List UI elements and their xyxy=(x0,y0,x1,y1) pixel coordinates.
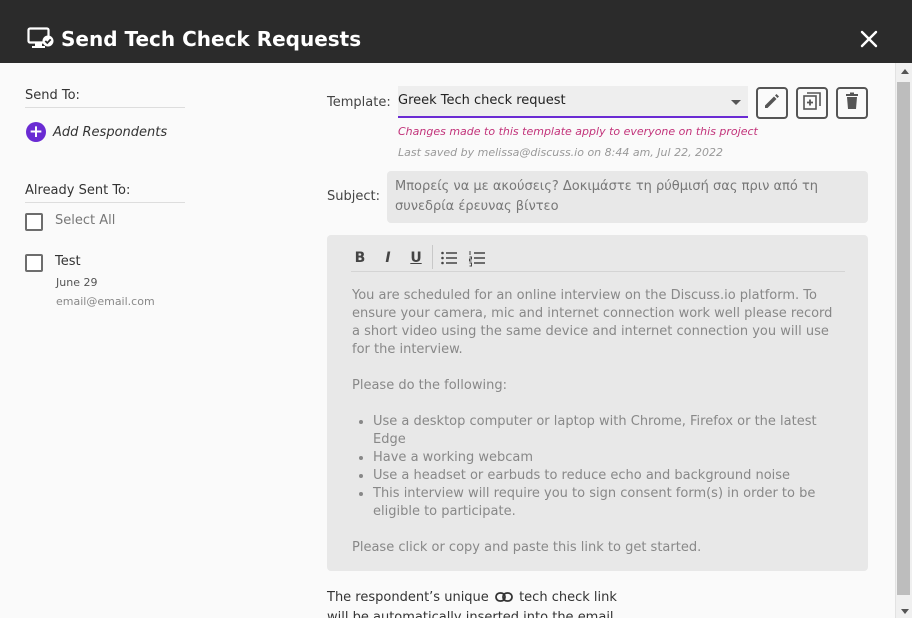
bullet-list-icon[interactable] xyxy=(440,249,458,267)
scroll-down-icon[interactable] xyxy=(901,609,909,614)
template-label: Template: xyxy=(327,95,391,110)
dialog-body: Send To: + Add Respondents Already Sent … xyxy=(0,63,895,618)
subject-label: Subject: xyxy=(327,189,380,204)
already-sent-label: Already Sent To: xyxy=(25,183,185,203)
respondent-checkbox[interactable] xyxy=(25,254,43,272)
link-note-suffix: tech check link xyxy=(519,590,617,605)
email-body-content: You are scheduled for an online intervie… xyxy=(352,287,842,557)
plus-circle-icon: + xyxy=(26,122,46,142)
link-note-prefix: The respondent’s unique xyxy=(327,590,489,605)
italic-button[interactable]: I xyxy=(379,249,397,267)
template-selected-value: Greek Tech check request xyxy=(398,93,566,108)
add-respondents-button[interactable]: + Add Respondents xyxy=(26,122,167,142)
subject-input[interactable]: Μπορείς να με ακούσεις? Δοκιμάστε τη ρύθ… xyxy=(387,171,868,223)
dialog-title: Send Tech Check Requests xyxy=(61,27,362,51)
respondent-row: Test xyxy=(25,254,81,272)
respondent-email: email@email.com xyxy=(56,295,155,308)
email-instructions: Please do the following: xyxy=(352,378,507,393)
select-all-checkbox[interactable] xyxy=(25,213,43,231)
vertical-scrollbar[interactable] xyxy=(895,63,912,618)
select-all-row: Select All xyxy=(25,213,115,231)
respondent-date: June 29 xyxy=(56,276,98,289)
editor-toolbar: B I U xyxy=(351,245,845,272)
underline-button[interactable]: U xyxy=(407,249,425,267)
template-select[interactable]: Greek Tech check request xyxy=(398,86,748,118)
duplicate-template-button[interactable] xyxy=(796,87,828,119)
delete-template-button[interactable] xyxy=(836,87,868,119)
edit-icon xyxy=(763,92,781,114)
numbered-list-icon[interactable] xyxy=(468,249,486,267)
delete-icon xyxy=(843,92,861,114)
list-item: This interview will require you to sign … xyxy=(373,485,842,521)
link-icon xyxy=(495,591,513,609)
email-body-editor[interactable]: B I U You are scheduled for an online in… xyxy=(327,235,868,571)
scroll-up-icon[interactable] xyxy=(901,69,909,74)
link-note: The respondent’s unique tech check link … xyxy=(327,589,618,618)
email-closing: Please click or copy and paste this link… xyxy=(352,540,702,555)
scroll-thumb[interactable] xyxy=(897,82,910,595)
add-respondents-label: Add Respondents xyxy=(53,124,168,140)
link-note-line2: will be automatically inserted into the … xyxy=(327,610,618,618)
send-to-label: Send To: xyxy=(25,88,185,108)
list-item: Have a working webcam xyxy=(373,449,842,467)
email-intro: You are scheduled for an online intervie… xyxy=(352,288,833,357)
chevron-down-icon xyxy=(731,100,741,105)
bold-button[interactable]: B xyxy=(351,249,369,267)
edit-template-button[interactable] xyxy=(756,87,788,119)
list-item: Use a headset or earbuds to reduce echo … xyxy=(373,467,842,485)
template-warning: Changes made to this template apply to e… xyxy=(398,125,758,138)
select-all-label: Select All xyxy=(55,213,116,228)
monitor-check-icon xyxy=(27,27,55,49)
requirements-list: Use a desktop computer or laptop with Ch… xyxy=(373,413,842,521)
respondent-name: Test xyxy=(55,254,81,269)
dialog-header: Send Tech Check Requests xyxy=(0,0,912,63)
last-saved-text: Last saved by melissa@discuss.io on 8:44… xyxy=(398,146,724,159)
duplicate-icon xyxy=(803,92,821,114)
toolbar-divider xyxy=(432,245,433,269)
close-icon[interactable] xyxy=(858,28,880,50)
list-item: Use a desktop computer or laptop with Ch… xyxy=(373,413,842,449)
